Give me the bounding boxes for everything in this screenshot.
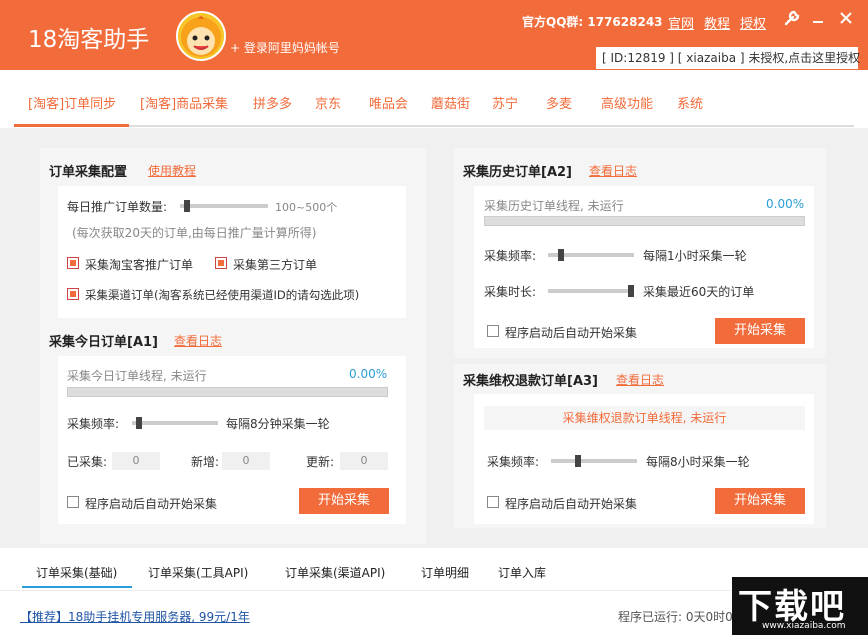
history-duration-label: 采集时长: xyxy=(484,285,537,299)
avatar[interactable] xyxy=(176,11,226,61)
tab-taoke-product-collect[interactable]: [淘客]商品采集 xyxy=(140,93,228,112)
nav-divider xyxy=(14,125,854,127)
history-freq-label: 采集频率: xyxy=(484,249,537,263)
today-freq-slider-thumb[interactable] xyxy=(136,417,142,429)
refund-autostart-label: 程序启动后自动开始采集 xyxy=(505,497,638,511)
config-title: 订单采集配置 xyxy=(49,165,128,180)
active-tab-indicator xyxy=(14,124,129,127)
history-progress-bar xyxy=(484,216,805,226)
refund-freq-value: 每隔8小时采集一轮 xyxy=(646,455,750,469)
qq-group-label: 官方QQ群: 177628243 xyxy=(522,15,663,29)
tab-mogujie[interactable]: 蘑菇街 xyxy=(431,93,470,112)
tab-duomai[interactable]: 多麦 xyxy=(546,93,572,112)
today-autostart-checkbox[interactable] xyxy=(67,496,79,508)
runtime-text: 程序已运行: 0天0时0分 xyxy=(618,610,745,624)
history-log-link[interactable]: 查看日志 xyxy=(589,162,637,179)
refund-title: 采集维权退款订单[A3] xyxy=(463,374,598,389)
btab-tool-api[interactable]: 订单采集(工具API) xyxy=(148,564,248,581)
close-icon[interactable] xyxy=(836,10,856,30)
today-status: 采集今日订单线程, 未运行 xyxy=(67,369,207,383)
login-alimama-link[interactable]: + 登录阿里妈妈帐号 xyxy=(230,39,340,56)
daily-count-label: 每日推广订单数量: xyxy=(67,200,168,214)
tutorial-link[interactable]: 教程 xyxy=(704,13,730,32)
btab-order-import[interactable]: 订单入库 xyxy=(498,564,546,581)
opt-channel-checkbox[interactable] xyxy=(67,288,79,300)
btab-order-detail[interactable]: 订单明细 xyxy=(421,564,469,581)
today-freq-slider[interactable] xyxy=(132,421,218,425)
history-autostart-label: 程序启动后自动开始采集 xyxy=(505,326,638,340)
opt-taoke-label: 采集淘宝客推广订单 xyxy=(85,258,194,272)
today-progress-bar xyxy=(67,387,388,397)
history-status: 采集历史订单线程, 未运行 xyxy=(484,199,624,213)
btab-basic[interactable]: 订单采集(基础) xyxy=(36,564,117,581)
opt-taoke-checkbox[interactable] xyxy=(67,257,79,269)
tab-advanced[interactable]: 高级功能 xyxy=(601,93,653,112)
app-title: 18淘客助手 xyxy=(28,27,150,53)
watermark: 下载吧 www.xiazaiba.com xyxy=(732,577,868,635)
today-stat-collected-value: 0 xyxy=(112,452,160,470)
refund-status: 采集维权退款订单线程, 未运行 xyxy=(484,406,805,430)
history-start-button[interactable]: 开始采集 xyxy=(715,318,805,344)
official-site-link[interactable]: 官网 xyxy=(668,13,694,32)
today-log-link[interactable]: 查看日志 xyxy=(174,332,222,349)
today-stat-new-value: 0 xyxy=(222,452,270,470)
promo-link[interactable]: 【推荐】18助手挂机专用服务器, 99元/1年 xyxy=(20,608,250,625)
minimize-icon[interactable] xyxy=(808,10,828,30)
opt-thirdparty-checkbox[interactable] xyxy=(215,257,227,269)
refund-freq-label: 采集频率: xyxy=(487,455,540,469)
license-status-bar[interactable]: [ ID:12819 ] [ xiazaiba ] 未授权,点击这里授权 xyxy=(596,47,860,69)
tab-jd[interactable]: 京东 xyxy=(315,93,341,112)
watermark-url: www.xiazaiba.com xyxy=(762,621,846,631)
today-stat-new-label: 新增: xyxy=(191,455,220,469)
tab-system[interactable]: 系统 xyxy=(677,93,703,112)
daily-count-note: (每次获取20天的订单,由每日推广量计算所得) xyxy=(72,226,317,240)
today-progress-text: 0.00% xyxy=(349,367,388,381)
history-progress-text: 0.00% xyxy=(766,197,805,211)
today-autostart-label: 程序启动后自动开始采集 xyxy=(85,497,218,511)
today-start-button[interactable]: 开始采集 xyxy=(299,488,389,514)
mascot-icon xyxy=(181,16,221,57)
refund-freq-slider-thumb[interactable] xyxy=(575,455,581,467)
history-autostart-checkbox[interactable] xyxy=(487,325,499,337)
daily-count-value: 100~500个 xyxy=(275,201,338,214)
refund-autostart-checkbox[interactable] xyxy=(487,496,499,508)
history-freq-value: 每隔1小时采集一轮 xyxy=(643,249,747,263)
tab-vip[interactable]: 唯品会 xyxy=(369,93,408,112)
config-help-link[interactable]: 使用教程 xyxy=(148,162,196,179)
license-link[interactable]: 授权 xyxy=(740,13,766,32)
tab-pinduoduo[interactable]: 拼多多 xyxy=(253,93,292,112)
daily-count-slider[interactable] xyxy=(180,204,268,208)
history-duration-slider-thumb[interactable] xyxy=(628,285,634,297)
history-duration-slider[interactable] xyxy=(548,289,634,293)
daily-count-slider-thumb[interactable] xyxy=(184,200,190,212)
history-duration-value: 采集最近60天的订单 xyxy=(643,285,755,299)
today-freq-value: 每隔8分钟采集一轮 xyxy=(226,417,330,431)
today-stat-collected-label: 已采集: xyxy=(67,455,108,469)
today-stat-updated-value: 0 xyxy=(340,452,388,470)
history-title: 采集历史订单[A2] xyxy=(463,165,572,180)
opt-thirdparty-label: 采集第三方订单 xyxy=(233,258,318,272)
wrench-icon[interactable] xyxy=(782,10,802,30)
today-stat-updated-label: 更新: xyxy=(306,455,335,469)
tab-suning[interactable]: 苏宁 xyxy=(492,93,518,112)
active-bottom-tab-indicator xyxy=(22,586,132,588)
opt-channel-label: 采集渠道订单(淘客系统已经使用渠道ID的请勾选此项) xyxy=(85,288,360,302)
refund-start-button[interactable]: 开始采集 xyxy=(715,488,805,514)
tab-taoke-order-sync[interactable]: [淘客]订单同步 xyxy=(28,93,116,112)
btab-channel-api[interactable]: 订单采集(渠道API) xyxy=(285,564,385,581)
refund-freq-slider[interactable] xyxy=(551,459,637,463)
today-freq-label: 采集频率: xyxy=(67,417,120,431)
today-title: 采集今日订单[A1] xyxy=(49,335,158,350)
history-freq-slider-thumb[interactable] xyxy=(558,249,564,261)
refund-log-link[interactable]: 查看日志 xyxy=(616,371,664,388)
